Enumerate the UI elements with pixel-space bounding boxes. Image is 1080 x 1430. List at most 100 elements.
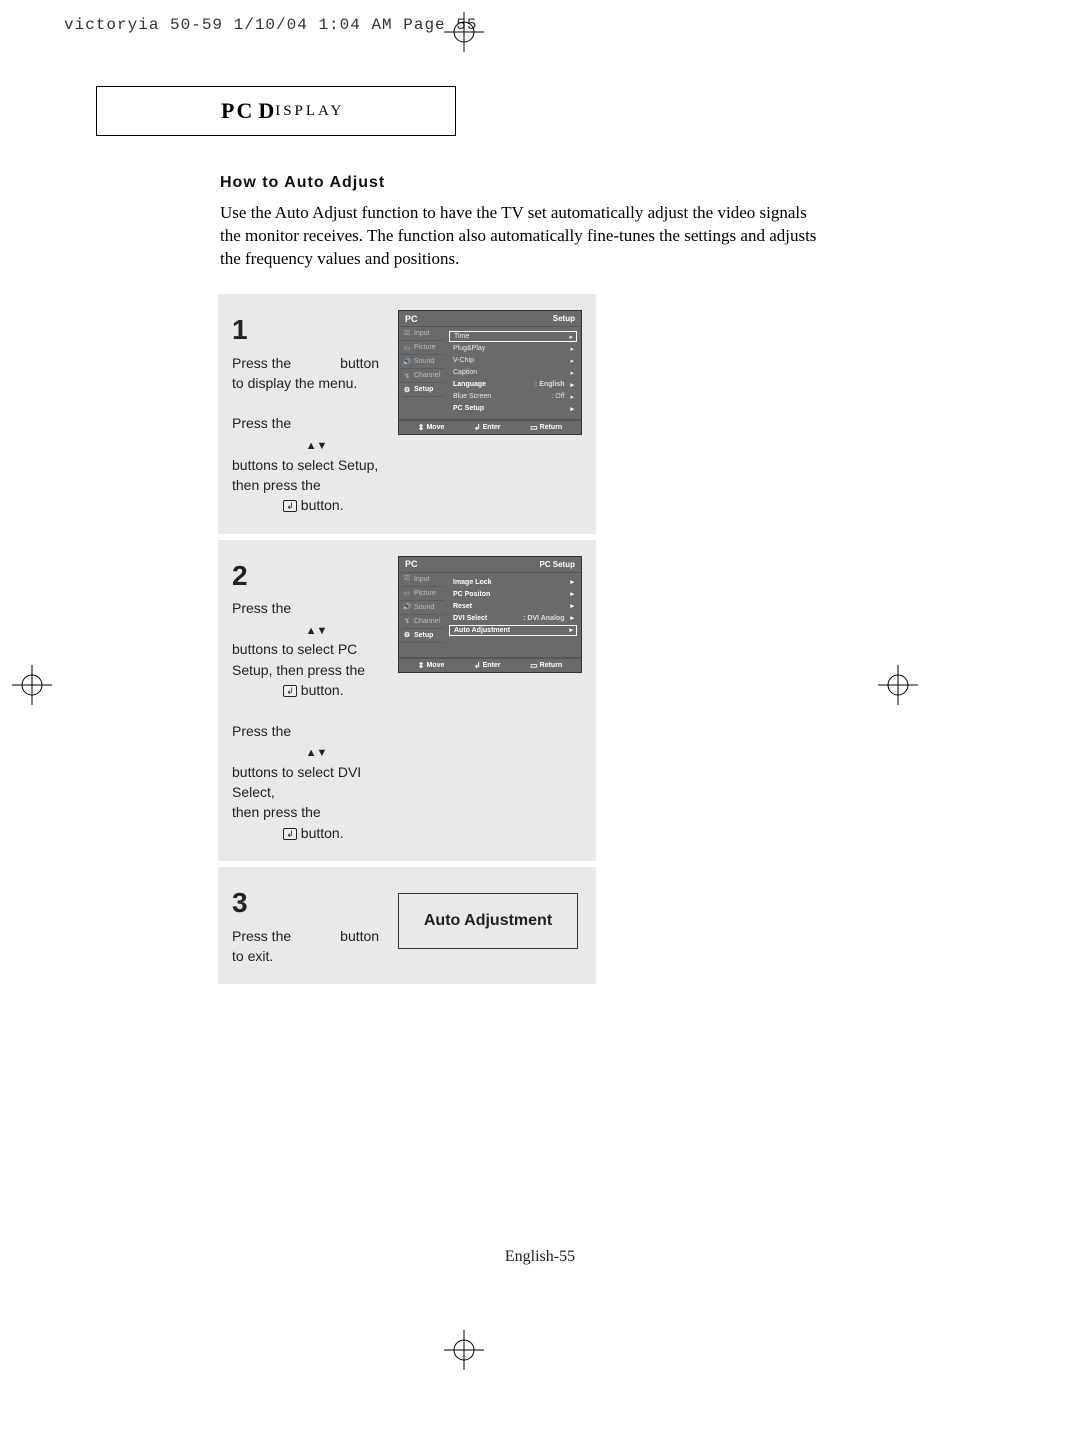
input-icon: ⎚	[402, 574, 412, 584]
s1-t3: buttons to select Setup, then press the	[232, 457, 378, 493]
osd-item-label: PC Positon	[453, 591, 490, 598]
osd-item: DVI Select : DVI Analog ▸	[449, 613, 577, 624]
crop-mark-top	[444, 12, 484, 52]
s2-enter2: ENTER	[232, 825, 279, 841]
updown-icon: ⇕	[418, 661, 425, 670]
osd-setup-menu: PCSetup⎚Input▭Picture🔊Sound↯Channel⚙Setu…	[398, 310, 582, 435]
enter-icon: ↲	[283, 500, 297, 512]
enter-icon: ↲	[283, 828, 297, 840]
osd-tab-label: Input	[414, 576, 430, 583]
sound-icon: 🔊	[402, 602, 412, 612]
print-run-header: victoryia 50-59 1/10/04 1:04 AM Page 55	[64, 16, 477, 34]
setup-icon: ⚙	[402, 385, 412, 395]
s3-a: Press the	[232, 928, 295, 944]
osd-tab-label: Channel	[414, 618, 440, 625]
s2-2c: then press the	[232, 804, 321, 820]
osd-items: Image Lock▸PC Positon▸Reset▸DVI Select: …	[445, 573, 581, 657]
osd-items: Time▸Plug&Play▸V-Chip▸Caption▸Language: …	[445, 327, 581, 419]
osd-item-label: DVI Select	[453, 615, 487, 622]
chevron-right-icon: ▸	[570, 405, 574, 413]
osd-foot-enter: ↲Enter	[474, 423, 501, 432]
s1-menu-btn: MENU	[295, 355, 336, 371]
enter-icon: ↲	[474, 661, 481, 670]
osd-item-label: Image Lock	[453, 579, 492, 586]
osd-tab-label: Picture	[414, 344, 436, 351]
s2-enter1: ENTER	[232, 682, 279, 698]
osd-head-left: PC	[405, 314, 418, 324]
step-2-osd: PCPC Setup⎚Input▭Picture🔊Sound↯Channel⚙S…	[398, 556, 582, 843]
osd-tab-label: Sound	[414, 604, 434, 611]
step-2-text: 2 Press the UP/DOWN buttons to select PC…	[232, 556, 390, 843]
osd-item: Time ▸	[449, 331, 577, 342]
osd-footer: ⇕Move ↲Enter ▭Return	[399, 420, 581, 434]
osd-footer: ⇕Move↲Enter▭Return	[399, 658, 581, 672]
steps-container: 1 Press the MENU button to display the m…	[218, 294, 596, 990]
osd-item-label: PC Setup	[453, 405, 484, 412]
osd-body: ⎚Input▭Picture🔊Sound↯Channel⚙SetupImage …	[399, 572, 581, 658]
osd-tab-picture: ▭Picture	[399, 341, 445, 355]
setup-icon: ⚙	[402, 630, 412, 640]
title-d: D	[258, 98, 274, 124]
enter-icon: ↲	[474, 423, 481, 432]
step-1: 1 Press the MENU button to display the m…	[218, 294, 596, 534]
s1-t2a: Press the	[232, 415, 291, 431]
s3-menu: MENU	[295, 928, 336, 944]
chevron-right-icon: ▸	[569, 626, 573, 634]
up-down-arrow-icon	[304, 621, 328, 637]
sound-icon: 🔊	[402, 357, 412, 367]
s2-pd2: UP/DOWN	[232, 743, 300, 759]
osd-tab-setup: ⚙Setup	[399, 629, 445, 643]
osd-tab-label: Input	[414, 330, 430, 337]
osd-item: Language: English▸	[449, 379, 577, 390]
osd-pcsetup-menu: PCPC Setup⎚Input▭Picture🔊Sound↯Channel⚙S…	[398, 556, 582, 673]
osd-head-left: PC	[405, 559, 418, 569]
osd-foot-move: ⇕Move	[418, 661, 445, 670]
intro-paragraph: Use the Auto Adjust function to have the…	[220, 202, 828, 271]
osd-foot-return: ▭Return	[530, 661, 562, 670]
osd-tabs: ⎚Input▭Picture🔊Sound↯Channel⚙Setup	[399, 573, 445, 657]
osd-foot-move: ⇕Move	[418, 423, 445, 432]
s1-t1: Press the	[232, 355, 295, 371]
osd-tabs: ⎚Input▭Picture🔊Sound↯Channel⚙Setup	[399, 327, 445, 419]
step-1-osd: PCSetup⎚Input▭Picture🔊Sound↯Channel⚙Setu…	[398, 310, 582, 516]
osd-item-label: Time	[454, 333, 469, 340]
step-3-osd: Auto Adjustment	[398, 883, 582, 966]
osd-tab-input: ⎚Input	[399, 573, 445, 587]
osd-header: PCSetup	[399, 311, 581, 326]
step-1-number: 1	[232, 310, 390, 351]
return-icon: ▭	[530, 661, 538, 670]
s1-pd: UP/DOWN	[232, 436, 300, 452]
chevron-right-icon: ▸	[570, 345, 574, 353]
section-title-box: PC D ISPLAY	[96, 86, 456, 136]
osd-item-value: : DVI Analog	[523, 615, 564, 622]
osd-item: Blue Screen: Off▸	[449, 391, 577, 402]
title-pc: PC	[221, 98, 254, 124]
page-footer: English-55	[0, 1248, 1080, 1266]
picture-icon: ▭	[402, 588, 412, 598]
chevron-right-icon: ▸	[570, 614, 574, 622]
osd-tab-input: ⎚Input	[399, 327, 445, 341]
chevron-right-icon: ▸	[570, 602, 574, 610]
osd-item: Image Lock▸	[449, 577, 577, 588]
chevron-right-icon: ▸	[570, 381, 574, 389]
osd-item-label: Reset	[453, 603, 472, 610]
osd-tab-setup: ⚙Setup	[399, 383, 445, 397]
chevron-right-icon: ▸	[570, 369, 574, 377]
osd-item: Auto Adjustment▸	[449, 625, 577, 636]
osd-tab-label: Sound	[414, 358, 434, 365]
crop-mark-bottom	[444, 1330, 484, 1370]
input-icon: ⎚	[402, 329, 412, 339]
osd-tab-sound: 🔊Sound	[399, 355, 445, 369]
osd-tab-label: Picture	[414, 590, 436, 597]
osd-item-label: V-Chip	[453, 357, 474, 364]
chevron-right-icon: ▸	[569, 333, 573, 341]
crop-mark-right	[878, 665, 918, 705]
channel-icon: ↯	[402, 371, 412, 381]
updown-icon: ⇕	[418, 423, 425, 432]
s2-a: Press the	[232, 600, 291, 616]
osd-item-value: : Off	[551, 393, 564, 400]
osd-tab-label: Channel	[414, 372, 440, 379]
chevron-right-icon: ▸	[570, 393, 574, 401]
osd-foot-return: ▭Return	[530, 423, 562, 432]
osd-head-right: PC Setup	[539, 560, 575, 569]
